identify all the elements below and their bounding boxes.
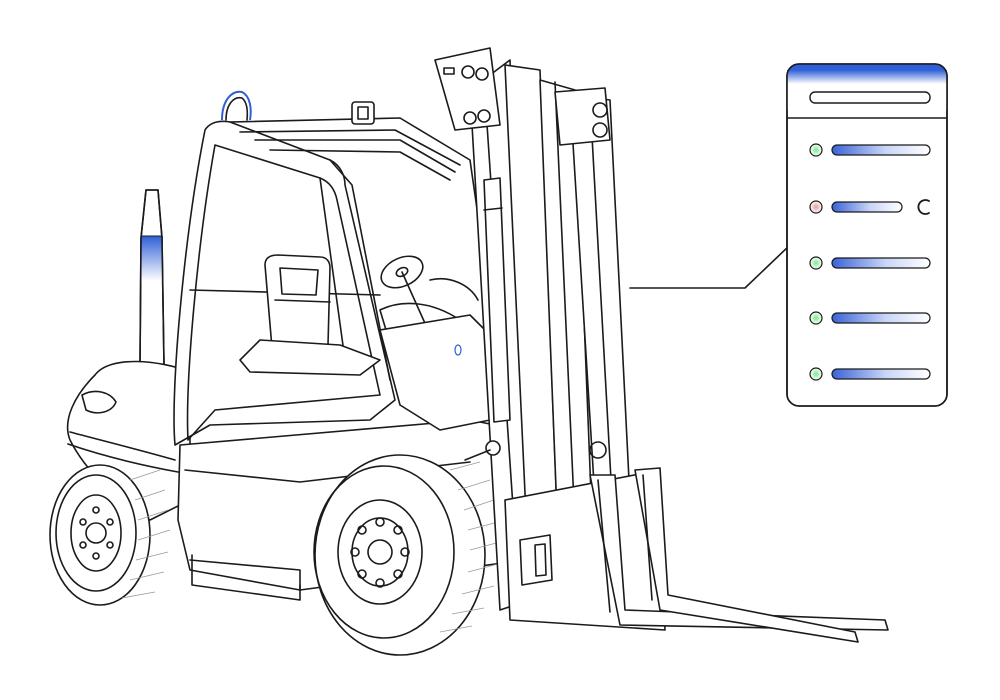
status-dot-ok [809,143,823,157]
exhaust-stack [139,189,165,366]
status-panel [786,63,948,407]
status-dot-warn [809,200,823,214]
status-bar [831,368,931,380]
status-dot-ok [809,256,823,270]
callout-line [629,244,791,289]
status-bar [831,144,931,156]
forklift-illustration [49,47,889,656]
status-dot-ok [809,367,823,381]
forklift-status-diagram [49,47,948,656]
status-bar [831,257,931,269]
cowl [379,314,491,431]
panel-header-bar [809,91,931,104]
status-bar [831,201,903,213]
status-bar [831,312,931,324]
status-dot-ok [809,311,823,325]
